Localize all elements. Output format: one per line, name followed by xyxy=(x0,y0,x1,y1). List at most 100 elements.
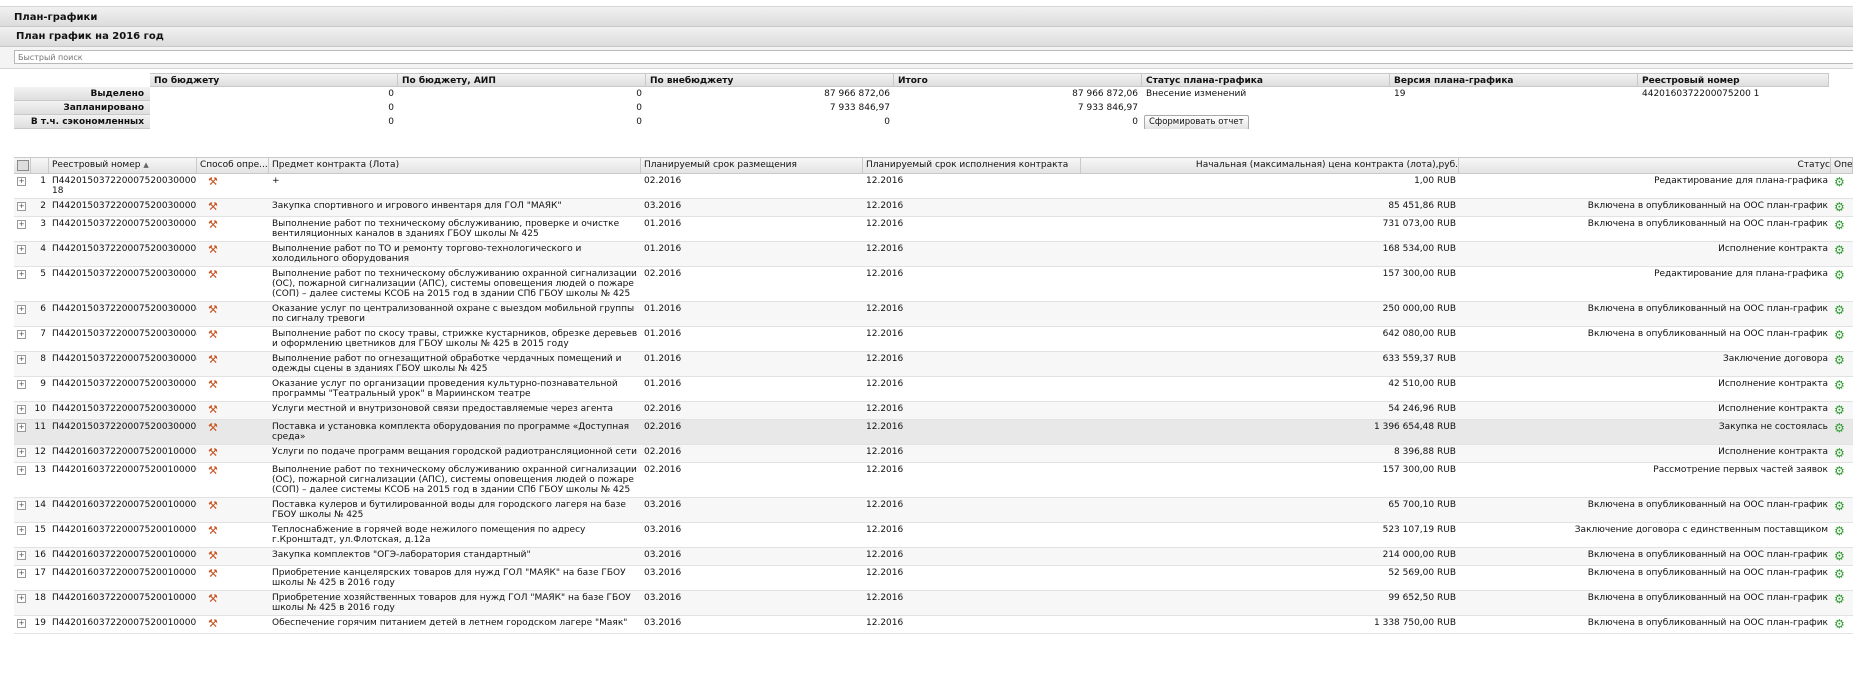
row-expander[interactable]: + xyxy=(14,498,31,522)
row-method[interactable]: ⚒ xyxy=(197,327,269,351)
table-row[interactable]: +17 П44201603722000752001000010 ⚒ Приобрете… xyxy=(14,566,1853,591)
row-expander[interactable]: + xyxy=(14,377,31,401)
refresh-gear-icon[interactable]: ⚙ xyxy=(1834,176,1846,188)
row-method[interactable]: ⚒ xyxy=(197,199,269,216)
row-method[interactable]: ⚒ xyxy=(197,420,269,444)
row-method[interactable]: ⚒ xyxy=(197,548,269,565)
table-row[interactable]: +13 П44201603722000752001000006 ⚒ Выполнени… xyxy=(14,463,1853,498)
table-row[interactable]: +16 П44201603722000752001000009 ⚒ Закупка к… xyxy=(14,548,1853,566)
auction-hammer-icon[interactable]: ⚒ xyxy=(208,618,222,630)
row-expander[interactable]: + xyxy=(14,523,31,547)
row-method[interactable]: ⚒ xyxy=(197,463,269,497)
row-operations[interactable]: ⚙ xyxy=(1831,445,1853,462)
row-expander[interactable]: + xyxy=(14,302,31,326)
row-operations[interactable]: ⚙ xyxy=(1831,420,1853,444)
table-row[interactable]: +18 П44201603722000752001000011 ⚒ Приобрете… xyxy=(14,591,1853,616)
generate-report-button[interactable]: Сформировать отчет xyxy=(1144,115,1249,129)
col-subject[interactable]: Предмет контракта (Лота) xyxy=(269,158,641,173)
auction-hammer-icon[interactable]: ⚒ xyxy=(208,269,222,281)
auction-hammer-icon[interactable]: ⚒ xyxy=(208,404,222,416)
table-row[interactable]: +7 П44201503722000752003000042 ⚒ Выполнение… xyxy=(14,327,1853,352)
row-operations[interactable]: ⚙ xyxy=(1831,523,1853,547)
row-operations[interactable]: ⚙ xyxy=(1831,267,1853,301)
auction-hammer-icon[interactable]: ⚒ xyxy=(208,593,222,605)
auction-hammer-icon[interactable]: ⚒ xyxy=(208,379,222,391)
refresh-gear-icon[interactable]: ⚙ xyxy=(1834,525,1846,537)
refresh-gear-icon[interactable]: ⚙ xyxy=(1834,568,1846,580)
row-operations[interactable]: ⚙ xyxy=(1831,242,1853,266)
refresh-gear-icon[interactable]: ⚙ xyxy=(1834,269,1846,281)
table-row[interactable]: +8 П44201503722000752003000043 ⚒ Выполнение… xyxy=(14,352,1853,377)
auction-hammer-icon[interactable]: ⚒ xyxy=(208,304,222,316)
row-method[interactable]: ⚒ xyxy=(197,445,269,462)
auction-hammer-icon[interactable]: ⚒ xyxy=(208,525,222,537)
refresh-gear-icon[interactable]: ⚙ xyxy=(1834,304,1846,316)
row-operations[interactable]: ⚙ xyxy=(1831,199,1853,216)
auction-hammer-icon[interactable]: ⚒ xyxy=(208,176,222,188)
row-operations[interactable]: ⚙ xyxy=(1831,591,1853,615)
row-method[interactable]: ⚒ xyxy=(197,616,269,633)
col-exec-date[interactable]: Планируемый срок исполнения контракта xyxy=(863,158,1081,173)
row-operations[interactable]: ⚙ xyxy=(1831,616,1853,633)
row-operations[interactable]: ⚙ xyxy=(1831,402,1853,419)
col-price[interactable]: Начальная (максимальная) цена контракта … xyxy=(1081,158,1459,173)
table-row[interactable]: +1 П442015037220007520030000 18 ⚒ +02.2016 1… xyxy=(14,174,1853,199)
row-operations[interactable]: ⚙ xyxy=(1831,498,1853,522)
refresh-gear-icon[interactable]: ⚙ xyxy=(1834,422,1846,434)
table-row[interactable]: +4 П44201503722000752003000036 ⚒ Выполнение… xyxy=(14,242,1853,267)
auction-hammer-icon[interactable]: ⚒ xyxy=(208,244,222,256)
row-expander[interactable]: + xyxy=(14,463,31,497)
row-expander[interactable]: + xyxy=(14,402,31,419)
row-operations[interactable]: ⚙ xyxy=(1831,327,1853,351)
row-expander[interactable]: + xyxy=(14,352,31,376)
refresh-gear-icon[interactable]: ⚙ xyxy=(1834,618,1846,630)
row-expander[interactable]: + xyxy=(14,199,31,216)
auction-hammer-icon[interactable]: ⚒ xyxy=(208,219,222,231)
auction-hammer-icon[interactable]: ⚒ xyxy=(208,500,222,512)
refresh-gear-icon[interactable]: ⚙ xyxy=(1834,244,1846,256)
row-operations[interactable]: ⚙ xyxy=(1831,377,1853,401)
row-method[interactable]: ⚒ xyxy=(197,566,269,590)
row-method[interactable]: ⚒ xyxy=(197,402,269,419)
row-expander[interactable]: + xyxy=(14,591,31,615)
row-expander[interactable]: + xyxy=(14,327,31,351)
refresh-gear-icon[interactable]: ⚙ xyxy=(1834,500,1846,512)
row-method[interactable]: ⚒ xyxy=(197,498,269,522)
refresh-gear-icon[interactable]: ⚙ xyxy=(1834,201,1846,213)
refresh-gear-icon[interactable]: ⚙ xyxy=(1834,404,1846,416)
refresh-gear-icon[interactable]: ⚙ xyxy=(1834,447,1846,459)
table-row[interactable]: +5 П44201503722000752003000038 ⚒ Выполнение… xyxy=(14,267,1853,302)
auction-hammer-icon[interactable]: ⚒ xyxy=(208,550,222,562)
table-row[interactable]: +15 П44201603722000752001000008 ⚒ Теплоснаб… xyxy=(14,523,1853,548)
auction-hammer-icon[interactable]: ⚒ xyxy=(208,568,222,580)
row-operations[interactable]: ⚙ xyxy=(1831,463,1853,497)
col-method[interactable]: Способ опре... xyxy=(197,158,269,173)
auction-hammer-icon[interactable]: ⚒ xyxy=(208,422,222,434)
row-method[interactable]: ⚒ xyxy=(197,302,269,326)
row-method[interactable]: ⚒ xyxy=(197,591,269,615)
row-method[interactable]: ⚒ xyxy=(197,267,269,301)
row-operations[interactable]: ⚙ xyxy=(1831,174,1853,198)
row-expander[interactable]: + xyxy=(14,420,31,444)
row-expander[interactable]: + xyxy=(14,217,31,241)
row-operations[interactable]: ⚙ xyxy=(1831,566,1853,590)
row-operations[interactable]: ⚙ xyxy=(1831,548,1853,565)
table-row[interactable]: +14 П44201603722000752001000007 ⚒ Поставка … xyxy=(14,498,1853,523)
row-method[interactable]: ⚒ xyxy=(197,352,269,376)
grid-settings-icon[interactable] xyxy=(14,158,31,173)
refresh-gear-icon[interactable]: ⚙ xyxy=(1834,379,1846,391)
table-row[interactable]: +2 П44201503722000752003000027 ⚒ Закупка сп… xyxy=(14,199,1853,217)
auction-hammer-icon[interactable]: ⚒ xyxy=(208,447,222,459)
table-row[interactable]: +3 П44201503722000752003000035 ⚒ Выполнение… xyxy=(14,217,1853,242)
row-method[interactable]: ⚒ xyxy=(197,377,269,401)
row-method[interactable]: ⚒ xyxy=(197,242,269,266)
row-operations[interactable]: ⚙ xyxy=(1831,217,1853,241)
row-expander[interactable]: + xyxy=(14,445,31,462)
row-expander[interactable]: + xyxy=(14,267,31,301)
refresh-gear-icon[interactable]: ⚙ xyxy=(1834,329,1846,341)
table-row[interactable]: +11 П44201503722000752003000053 ⚒ Поставка … xyxy=(14,420,1853,445)
table-row[interactable]: +19 П44201603722000752001000012 ⚒ Обеспечен… xyxy=(14,616,1853,634)
col-place-date[interactable]: Планируемый срок размещения xyxy=(641,158,863,173)
row-method[interactable]: ⚒ xyxy=(197,174,269,198)
refresh-gear-icon[interactable]: ⚙ xyxy=(1834,354,1846,366)
